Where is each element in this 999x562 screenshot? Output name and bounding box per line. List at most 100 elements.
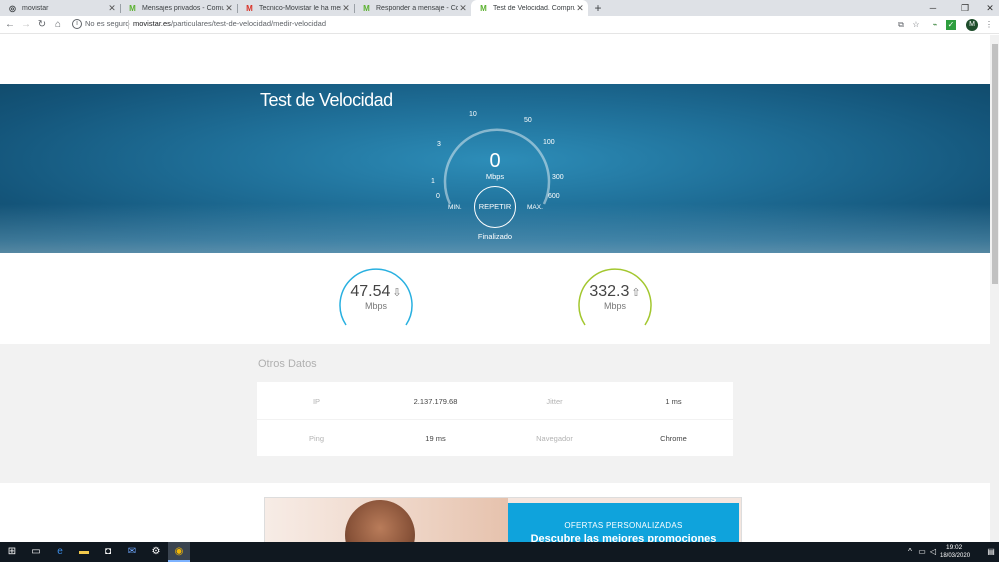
clock-time[interactable]: 19:02 [946,544,962,551]
url-path: /particulares/test-de-velocidad/medir-ve… [170,19,327,28]
banner-kicker: OFERTAS PERSONALIZADAS [564,521,683,530]
download-arrow-icon: ⇩ [392,287,402,299]
close-icon[interactable]: ✕ [341,3,351,14]
address-divider [128,20,129,29]
jitter-label: Jitter [546,397,563,406]
banner-photo [265,498,508,542]
url-domain: movistar.es [133,19,171,28]
jitter-value: 1 ms [665,397,682,406]
row-divider [257,419,733,420]
browser-tab-strip: ◎ movistar ✕ M Mensajes privados - Comun… [0,0,999,16]
gauge-tick: 1 [431,178,435,185]
windows-start-icon[interactable]: ⊞ [5,545,19,559]
mail-icon[interactable]: ✉ [125,545,139,559]
gmail-icon: M [246,3,253,13]
gauge-tick: 100 [543,139,555,146]
ip-value: 2.137.179.68 [413,397,458,406]
notifications-icon[interactable]: ▤ [984,545,998,559]
close-icon[interactable]: ✕ [458,3,468,14]
tab-gmail[interactable]: M Tecnico-Movistar le ha mencion ✕ [237,0,354,16]
profile-avatar[interactable]: M [966,19,978,31]
globe-icon: ◎ [9,3,16,13]
tab-title: movistar [22,4,49,12]
close-window-icon[interactable]: ✕ [983,1,997,15]
chrome-icon: ◉ [174,546,184,557]
clock-date[interactable]: 18/03/2020 [940,553,970,559]
upload-result: 332.3 ⇧ [570,283,660,301]
movistar-m-icon: M [480,3,487,13]
file-explorer-icon[interactable]: ▬ [77,545,91,559]
download-unit: Mbps [364,301,387,311]
banner-offer-panel: OFERTAS PERSONALIZADAS Descubre las mejo… [508,503,739,542]
gauge-max-label: MAX. [527,204,543,211]
tab-mensajes-privados[interactable]: M Mensajes privados - Comunidad ✕ [120,0,237,16]
minimize-icon[interactable]: ─ [926,1,940,15]
movistar-m-icon: M [129,3,136,13]
repeat-test-button[interactable]: REPETIR [474,186,516,228]
gauge-min-label: MIN. [448,204,462,211]
tab-test-de-velocidad[interactable]: M Test de Velocidad. Comprueba la ✕ [471,0,588,16]
reload-icon[interactable]: ↻ [35,18,49,32]
page-content: Test de Velocidad 0 1 3 10 50 100 300 60… [0,35,990,542]
windows-taskbar: ⊞ ▭ e ▬ ◘ ✉ ⚙ ◉ ^ ▭ ◁ 19:02 18/03/2020 ▤ [0,542,999,562]
restore-icon[interactable]: ❐ [958,1,972,15]
store-icon[interactable]: ◘ [101,545,115,559]
close-icon[interactable]: ✕ [575,3,585,14]
bookmark-star-icon[interactable]: ☆ [911,20,921,30]
security-status[interactable]: No es seguro [85,19,130,28]
address-bar[interactable]: movistar.es/particulares/test-de-velocid… [133,19,326,28]
speed-test-hero: Test de Velocidad 0 1 3 10 50 100 300 60… [0,84,990,253]
edge-icon[interactable]: e [53,545,67,559]
other-data-title: Otros Datos [258,358,317,370]
close-icon[interactable]: ✕ [224,3,234,14]
tab-responder-mensaje[interactable]: M Responder a mensaje - Comunid ✕ [354,0,471,16]
check-extension-icon[interactable]: ✓ [946,20,956,30]
gauge-tick: 0 [436,193,440,200]
ip-label: IP [312,397,321,406]
close-icon[interactable]: ✕ [107,3,117,14]
current-speed-unit: Mbps [485,172,505,181]
chrome-taskbar-button[interactable]: ◉ [168,542,190,562]
gauge-tick: 10 [469,111,477,118]
gauge-tick: 600 [548,193,560,200]
home-icon[interactable]: ⌂ [51,18,65,32]
browser-toolbar: ← → ↻ ⌂ i No es seguro movistar.es/parti… [0,16,999,34]
other-data-table: IP 2.137.179.68 Jitter 1 ms Ping 19 ms N… [257,382,733,456]
woman-photo-image [345,500,415,542]
banner-headline: Descubre las mejores promociones [530,533,717,542]
tab-title: Test de Velocidad. Comprueba la [493,4,575,12]
extension-icon[interactable]: ⌁ [930,20,940,30]
tab-title: Responder a mensaje - Comunid [376,4,458,12]
current-speed-value: 0 [489,150,501,172]
navegador-label: Navegador [536,434,573,443]
gauge-tick: 50 [524,117,532,124]
download-result: 47.54 ⇩ [331,283,421,301]
volume-icon[interactable]: ◁ [926,545,940,559]
tab-movistar[interactable]: ◎ movistar ✕ [0,0,120,16]
back-icon[interactable]: ← [3,18,17,32]
ping-value: 19 ms [425,434,446,443]
page-title: Test de Velocidad [260,90,393,110]
ping-label: Ping [308,434,324,443]
promo-banner[interactable]: OFERTAS PERSONALIZADAS Descubre las mejo… [264,497,742,542]
tab-title: Tecnico-Movistar le ha mencion [259,4,341,12]
app-icon[interactable]: ⚙ [149,545,163,559]
task-view-icon[interactable]: ▭ [29,545,43,559]
menu-dots-icon[interactable]: ⋮ [984,20,994,30]
forward-icon[interactable]: → [19,18,33,32]
translate-icon[interactable]: ⧉ [896,20,906,30]
new-tab-icon[interactable]: + [592,1,604,15]
info-icon[interactable]: i [72,19,82,29]
other-data-section: Otros Datos IP 2.137.179.68 Jitter 1 ms … [0,344,990,483]
upload-unit: Mbps [603,301,626,311]
test-status: Finalizado [477,232,513,241]
tab-title: Mensajes privados - Comunidad [142,4,224,12]
upload-arrow-icon: ⇧ [631,287,641,299]
download-value: 47.54 [350,283,391,300]
navegador-value: Chrome [660,434,687,443]
movistar-m-icon: M [363,3,370,13]
upload-value: 332.3 [589,283,630,300]
gauge-tick: 3 [437,141,441,148]
gauge-tick: 300 [552,174,564,181]
scrollbar-thumb[interactable] [992,44,998,284]
